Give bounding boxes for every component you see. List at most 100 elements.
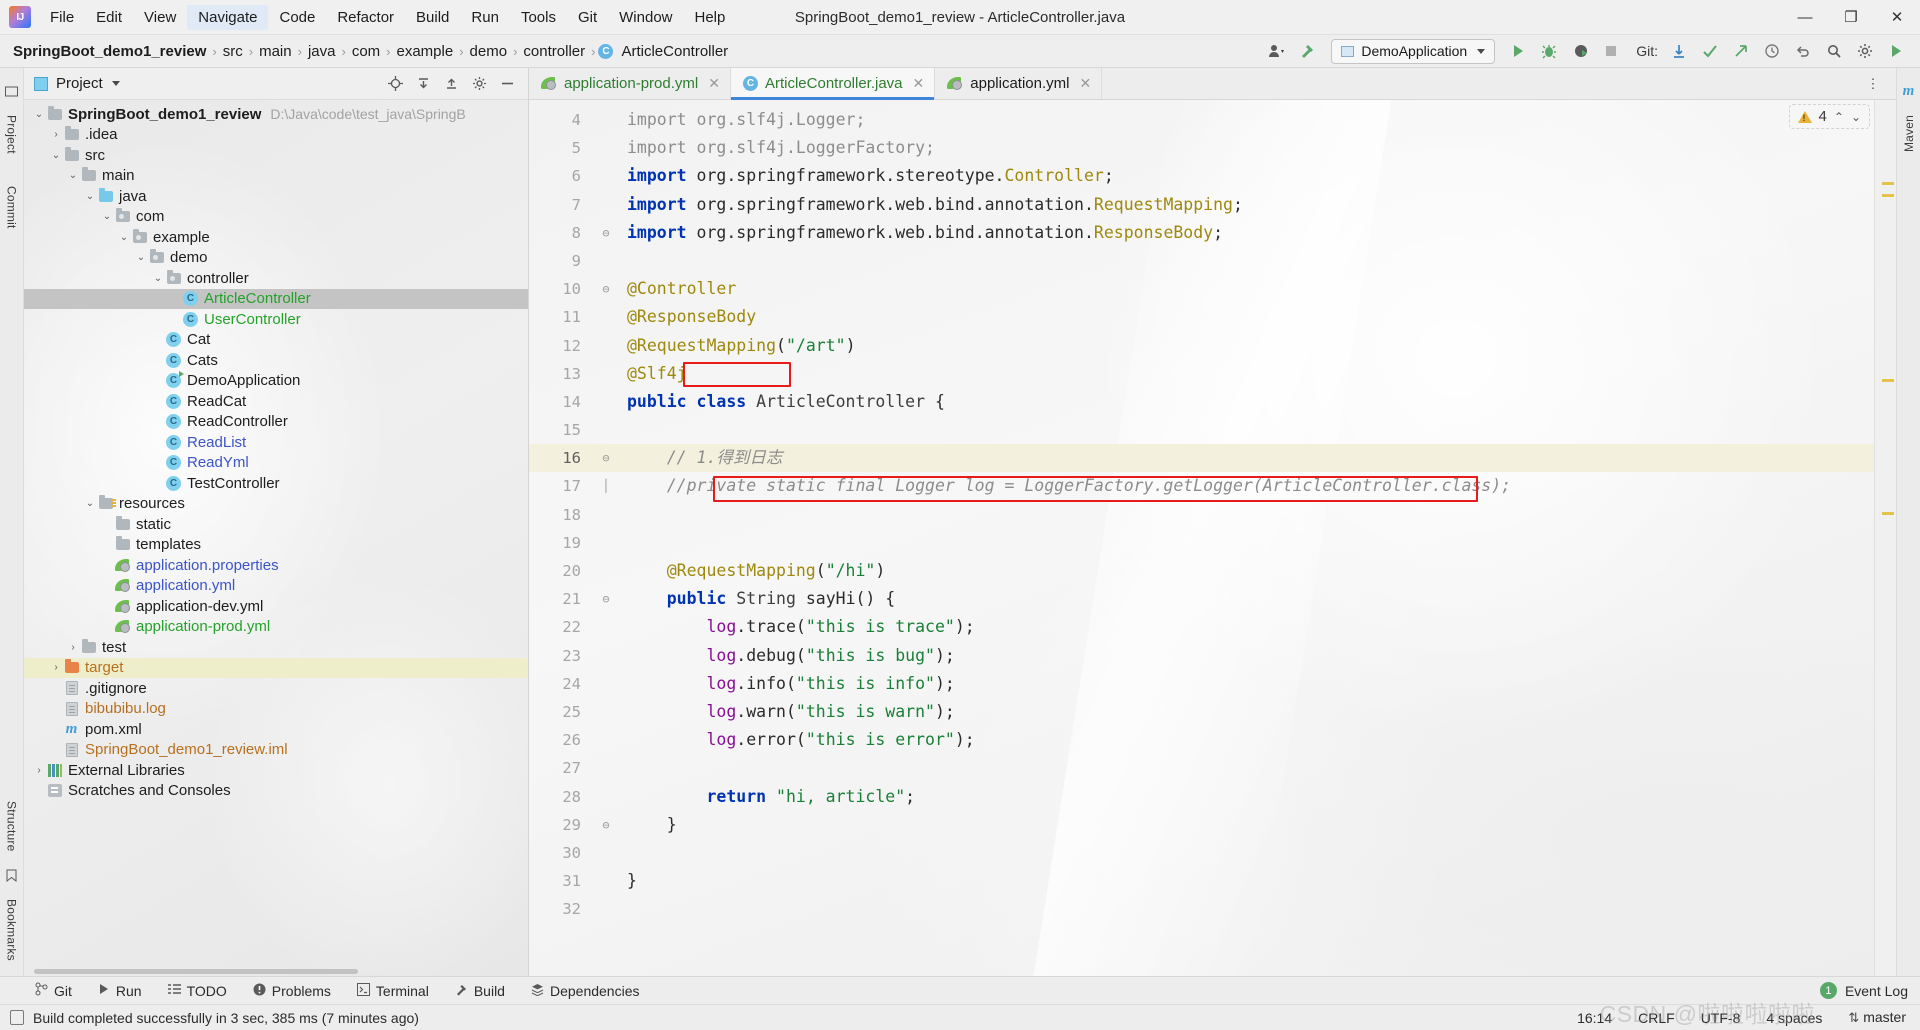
code-line[interactable] <box>617 247 1874 275</box>
maximize-button[interactable]: ❐ <box>1828 0 1874 35</box>
tree-expand-arrow[interactable]: ⌄ <box>151 273 165 284</box>
code-line[interactable]: @RequestMapping("/art") <box>617 332 1874 360</box>
run-button[interactable] <box>1504 38 1532 64</box>
toolwindow-build[interactable]: Build <box>442 983 518 999</box>
tree-expand-arrow[interactable]: ⌄ <box>100 211 114 222</box>
tree-node-bibubibu-log[interactable]: bibubibu.log <box>24 699 528 720</box>
menu-run[interactable]: Run <box>460 5 510 30</box>
editor-tab-application-yml[interactable]: application.yml ✕ <box>935 68 1103 99</box>
code-line[interactable]: @RequestMapping("/hi") <box>617 557 1874 585</box>
code-line[interactable]: log.info("this is info"); <box>617 670 1874 698</box>
code-line[interactable]: public String sayHi() { <box>617 585 1874 613</box>
close-icon[interactable]: ✕ <box>1079 75 1091 92</box>
code-line[interactable]: import org.slf4j.LoggerFactory; <box>617 134 1874 162</box>
tree-node-demo[interactable]: ⌄ demo <box>24 248 528 269</box>
breadcrumb-demo[interactable]: demo <box>467 42 511 61</box>
tree-expand-arrow[interactable]: ⌄ <box>117 232 131 243</box>
analyzer-mark[interactable] <box>1882 182 1894 185</box>
code-line[interactable]: } <box>617 811 1874 839</box>
fold-gutter[interactable]: ⊖ ⊖ ⊖ │ ⊖ ⊖ <box>595 100 617 976</box>
menu-refactor[interactable]: Refactor <box>326 5 405 30</box>
menu-help[interactable]: Help <box>684 5 737 30</box>
code-line[interactable] <box>617 501 1874 529</box>
toolwindow-dependencies[interactable]: Dependencies <box>518 983 653 999</box>
tree-node-static[interactable]: static <box>24 514 528 535</box>
menu-edit[interactable]: Edit <box>85 5 133 30</box>
tree-expand-arrow[interactable]: › <box>66 642 80 653</box>
menu-navigate[interactable]: Navigate <box>187 4 269 30</box>
code-line[interactable]: import org.springframework.web.bind.anno… <box>617 219 1874 247</box>
code-fold-marker[interactable]: ⊖ <box>595 811 617 839</box>
event-log-area[interactable]: 1 Event Log <box>1819 982 1920 999</box>
project-tree[interactable]: ⌄ SpringBoot_demo1_review D:\Java\code\tes… <box>24 100 528 976</box>
analyzer-mark[interactable] <box>1882 194 1894 197</box>
toolwindow-run[interactable]: Run <box>85 983 155 999</box>
undo-icon[interactable] <box>1789 38 1817 64</box>
menu-window[interactable]: Window <box>608 5 683 30</box>
toolwindow-git[interactable]: Git <box>22 982 85 999</box>
tree-node-testcontroller[interactable]: C TestController <box>24 473 528 494</box>
tree-node-idea[interactable]: › .idea <box>24 125 528 146</box>
tree-node-springboot-demo1-review-iml[interactable]: SpringBoot_demo1_review.iml <box>24 740 528 761</box>
debug-button[interactable] <box>1535 38 1563 64</box>
toolwindow-problems[interactable]: Problems <box>240 983 344 999</box>
code-fold-marker[interactable]: ⊖ <box>595 275 617 303</box>
tree-node-gitignore[interactable]: .gitignore <box>24 678 528 699</box>
code-line[interactable] <box>617 839 1874 867</box>
tree-expand-arrow[interactable]: › <box>32 765 46 776</box>
analyzer-mark[interactable] <box>1882 512 1894 515</box>
search-icon[interactable] <box>1820 38 1848 64</box>
collapse-all-icon[interactable] <box>438 72 464 96</box>
tree-node-usercontroller[interactable]: C UserController <box>24 309 528 330</box>
analyzer-mark[interactable] <box>1882 379 1894 382</box>
breadcrumb-controller[interactable]: controller <box>520 42 588 61</box>
stop-button[interactable] <box>1597 38 1625 64</box>
code-line[interactable] <box>617 895 1874 923</box>
tree-node-cats[interactable]: C Cats <box>24 350 528 371</box>
code-line[interactable]: //private static final Logger log = Logg… <box>617 472 1874 500</box>
code-line[interactable]: public class ArticleController { <box>617 388 1874 416</box>
status-branch[interactable]: ⇅ master <box>1848 1009 1906 1026</box>
tree-expand-arrow[interactable]: ⌄ <box>49 150 63 161</box>
user-avatar-icon[interactable] <box>1263 38 1291 64</box>
git-history-icon[interactable] <box>1758 38 1786 64</box>
settings-gear-icon[interactable] <box>466 72 492 96</box>
code-line[interactable]: log.error("this is error"); <box>617 726 1874 754</box>
tree-node-readcontroller[interactable]: C ReadController <box>24 412 528 433</box>
tree-node-example[interactable]: ⌄ example <box>24 227 528 248</box>
previous-problem-icon[interactable]: ⌃ <box>1834 110 1844 124</box>
code-text[interactable]: import org.slf4j.Logger; import org.slf4j… <box>617 100 1874 976</box>
breadcrumb-com[interactable]: com <box>349 42 383 61</box>
tree-expand-arrow[interactable]: ⌄ <box>134 252 148 263</box>
code-fold-marker[interactable]: ⊖ <box>595 444 617 473</box>
breadcrumb-java[interactable]: java <box>305 42 339 61</box>
breadcrumb-example[interactable]: example <box>394 42 457 61</box>
git-push-icon[interactable] <box>1727 38 1755 64</box>
breadcrumb-project[interactable]: SpringBoot_demo1_review <box>10 42 209 61</box>
tree-expand-arrow[interactable]: ⌄ <box>83 498 97 509</box>
breadcrumb-main[interactable]: main <box>256 42 295 61</box>
tree-node-test[interactable]: › test <box>24 637 528 658</box>
breadcrumb-file[interactable]: ArticleController <box>618 42 731 61</box>
next-problem-icon[interactable]: ⌄ <box>1851 110 1861 124</box>
tree-node-demoapplication[interactable]: C DemoApplication <box>24 371 528 392</box>
code-line[interactable]: @Controller <box>617 275 1874 303</box>
close-button[interactable]: ✕ <box>1874 0 1920 35</box>
status-line-separator[interactable]: CRLF <box>1638 1010 1675 1026</box>
tree-node-target[interactable]: › target <box>24 657 528 678</box>
tree-node-readcat[interactable]: C ReadCat <box>24 391 528 412</box>
minimize-button[interactable]: — <box>1782 0 1828 35</box>
status-indent[interactable]: 4 spaces <box>1766 1010 1822 1026</box>
menu-view[interactable]: View <box>133 5 187 30</box>
menu-file[interactable]: File <box>39 5 85 30</box>
search-everywhere-icon[interactable] <box>1882 38 1910 64</box>
tree-node-external-libraries[interactable]: › External Libraries <box>24 760 528 781</box>
code-fold-marker[interactable]: ⊖ <box>595 219 617 247</box>
more-options-icon[interactable]: ⋮ <box>1860 72 1886 96</box>
scroll-from-source-icon[interactable] <box>382 72 408 96</box>
tree-expand-arrow[interactable]: › <box>49 129 63 140</box>
rail-tab-structure[interactable]: Structure <box>3 794 21 859</box>
analyzer-strip[interactable] <box>1874 100 1896 976</box>
gear-icon[interactable] <box>1851 38 1879 64</box>
event-log-label[interactable]: Event Log <box>1845 983 1908 999</box>
